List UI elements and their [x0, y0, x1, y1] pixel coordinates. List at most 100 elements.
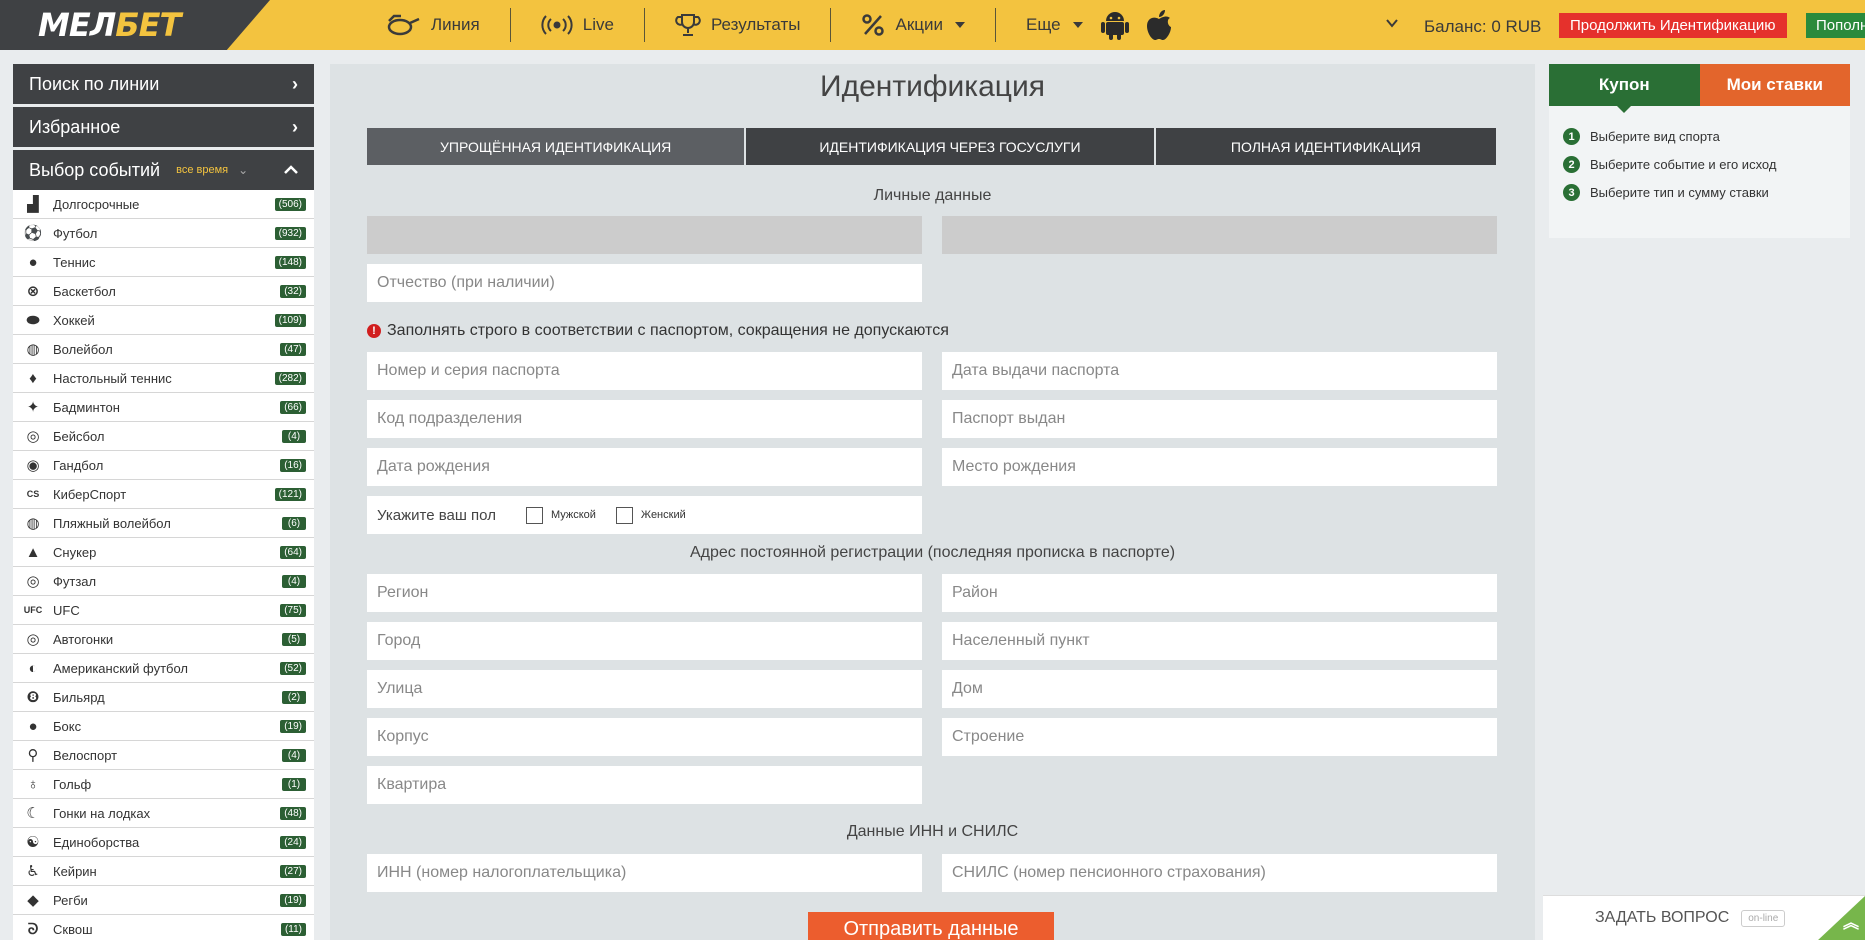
sport-name: Автогонки [53, 631, 114, 647]
sidebar-item-sport[interactable]: ♦ Настольный теннис (282) [13, 364, 314, 393]
sidebar-item-sport[interactable]: ✦ Бадминтон (66) [13, 393, 314, 422]
sidebar-item-sport[interactable]: ● Бокс (19) [13, 712, 314, 741]
chevron-down-icon: ⌄ [238, 163, 249, 177]
building-field[interactable] [942, 718, 1497, 756]
nav-live[interactable]: Live [511, 0, 644, 50]
nav-line[interactable]: Линия [355, 0, 510, 50]
korpus-field[interactable] [367, 718, 922, 756]
gender-male-option[interactable]: Мужской [525, 506, 596, 524]
personal-data-title: Личные данные [873, 187, 992, 204]
passport-issued-field[interactable] [942, 400, 1497, 438]
settlement-field[interactable] [942, 622, 1497, 660]
sidebar-item-sport[interactable]: ● Теннис (148) [13, 248, 314, 277]
region-field[interactable] [367, 574, 922, 612]
android-icon[interactable] [1100, 9, 1130, 41]
time-filter[interactable]: все время [176, 164, 228, 176]
sidebar-item-sport[interactable]: CS КиберСпорт (121) [13, 480, 314, 509]
submit-data-button[interactable]: Отправить данные [808, 912, 1054, 940]
snils-field[interactable] [942, 854, 1497, 892]
apple-icon[interactable] [1144, 9, 1174, 41]
sidebar-item-sport[interactable]: ⊗ Баскетбол (32) [13, 277, 314, 306]
male-checkbox[interactable] [525, 506, 543, 524]
step-text: Выберите тип и сумму ставки [1590, 185, 1769, 200]
city-field[interactable] [367, 622, 922, 660]
tab-simplified[interactable]: Упрощённая идентификация [367, 128, 745, 165]
sidebar-item-sport[interactable]: ᘐ Сквош (11) [13, 915, 314, 940]
continue-identification-button[interactable]: Продолжить Идентификацию [1559, 13, 1787, 38]
sidebar-item-sport[interactable]: ◍ Пляжный волейбол (6) [13, 509, 314, 538]
ask-question-label: ЗАДАТЬ ВОПРОС [1595, 909, 1730, 926]
sidebar-item-sport[interactable]: ♁ Гольф (1) [13, 770, 314, 799]
sidebar-item-sport[interactable]: ⚽ Футбол (932) [13, 219, 314, 248]
tab-coupon[interactable]: Купон [1549, 64, 1700, 113]
birth-place-field[interactable] [942, 448, 1497, 486]
sidebar-item-sport[interactable]: ◉ Гандбол (16) [13, 451, 314, 480]
ask-question-widget[interactable]: ЗАДАТЬ ВОПРОС on-line ︽ [1543, 895, 1865, 940]
first-name-field[interactable] [942, 216, 1497, 254]
coupon-step: 1 Выберите вид спорта [1563, 128, 1836, 145]
search-line-label: Поиск по линии [29, 73, 160, 94]
tab-gosuslugi[interactable]: Идентификация через Госуслуги [746, 128, 1154, 165]
sidebar-item-sport[interactable]: ▟ Долгосрочные (506) [13, 190, 314, 219]
nav-promotions[interactable]: Акции [831, 0, 995, 50]
sport-name: Долгосрочные [53, 196, 140, 212]
patronymic-field[interactable] [367, 264, 922, 302]
sidebar-item-sport[interactable]: UFC UFC (75) [13, 596, 314, 625]
warning-text: Заполнять строго в соответствии с паспор… [387, 322, 949, 339]
bet-coupon: Купон Мои ставки 1 Выберите вид спорта 2… [1549, 64, 1850, 238]
division-code-field[interactable] [367, 400, 922, 438]
nav-more[interactable]: Еще [996, 0, 1113, 50]
search-line-toggle[interactable]: Поиск по линии › [13, 64, 314, 104]
favorites-toggle[interactable]: Избранное › [13, 107, 314, 147]
chevron-down-icon[interactable] [1385, 16, 1399, 30]
birth-date-field[interactable] [367, 448, 922, 486]
sidebar-item-sport[interactable]: ❽ Бильярд (2) [13, 683, 314, 712]
sidebar-item-sport[interactable]: ◆ Регби (19) [13, 886, 314, 915]
sidebar-item-sport[interactable]: ◎ Автогонки (5) [13, 625, 314, 654]
deposit-button[interactable]: Пополнить [1806, 13, 1865, 38]
nav-results[interactable]: Результаты [645, 0, 831, 50]
sidebar-item-sport[interactable]: ☾ Гонки на лодках (48) [13, 799, 314, 828]
online-status-badge: on-line [1741, 909, 1786, 927]
female-checkbox[interactable] [615, 506, 633, 524]
line-icon [387, 14, 420, 36]
sport-name: Футзал [53, 573, 97, 589]
sidebar-item-sport[interactable]: ◎ Бейсбол (4) [13, 422, 314, 451]
sport-count-badge: (27) [280, 864, 306, 878]
sidebar-item-sport[interactable]: ◍ Волейбол (47) [13, 335, 314, 364]
house-field[interactable] [942, 670, 1497, 708]
male-label: Мужской [550, 509, 596, 521]
sidebar-item-sport[interactable]: ▲ Снукер (64) [13, 538, 314, 567]
tab-full[interactable]: Полная идентификация [1155, 128, 1496, 165]
street-field[interactable] [367, 670, 922, 708]
inn-field[interactable] [367, 854, 922, 892]
coupon-step: 2 Выберите событие и его исход [1563, 156, 1836, 173]
district-field[interactable] [942, 574, 1497, 612]
sidebar-item-sport[interactable]: ♿ Кейрин (27) [13, 857, 314, 886]
sport-count-badge: (75) [280, 603, 306, 617]
coupon-step: 3 Выберите тип и сумму ставки [1563, 184, 1836, 201]
sport-name: Бадминтон [53, 399, 120, 415]
sport-name: Сквош [53, 921, 93, 937]
chevron-right-icon: › [292, 116, 298, 137]
sport-icon: ◐ [28, 659, 38, 677]
sidebar-item-sport[interactable]: ◎ Футзал (4) [13, 567, 314, 596]
sport-name: Гонки на лодках [53, 805, 151, 821]
expand-chat-corner[interactable]: ︽ [1817, 896, 1865, 940]
events-choice-toggle[interactable]: Выбор событий все время ⌄ [13, 150, 314, 190]
passport-date-field[interactable] [942, 352, 1497, 390]
tab-my-bets[interactable]: Мои ставки [1699, 64, 1850, 106]
events-choice-label: Выбор событий [29, 159, 161, 180]
sidebar-item-sport[interactable]: ⚲ Велоспорт (4) [13, 741, 314, 770]
melbet-logo[interactable]: МЕЛБЕТ [38, 6, 181, 44]
apartment-field[interactable] [367, 766, 922, 804]
sport-name: Снукер [53, 544, 97, 560]
sport-name: Футбол [53, 225, 98, 241]
sidebar-item-sport[interactable]: ☯ Единоборства (24) [13, 828, 314, 857]
sport-name: Бильярд [53, 689, 105, 705]
passport-number-field[interactable] [367, 352, 922, 390]
sidebar-item-sport[interactable]: ◐ Американский футбол (52) [13, 654, 314, 683]
gender-female-option[interactable]: Женский [615, 506, 686, 524]
last-name-field[interactable] [367, 216, 922, 254]
sidebar-item-sport[interactable]: ⬬ Хоккей (109) [13, 306, 314, 335]
